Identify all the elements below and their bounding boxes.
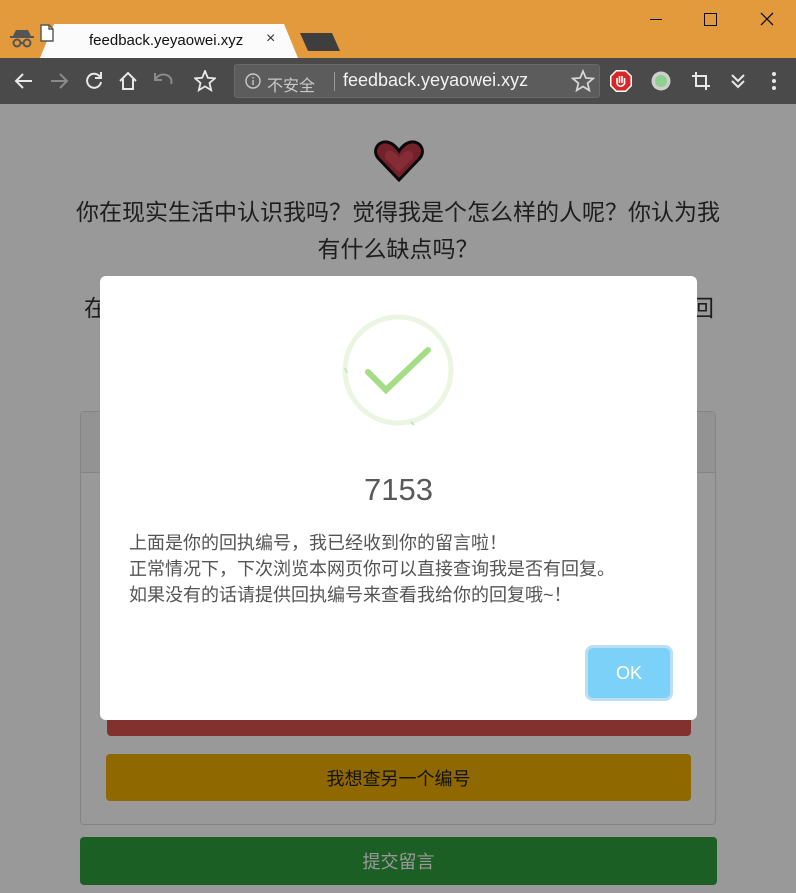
maximize-icon xyxy=(703,12,717,26)
new-tab-button[interactable] xyxy=(298,32,342,52)
browser-toolbar: 不安全 feedback.yeyaowei.xyz xyxy=(0,58,796,104)
page-content: 你在现实生活中认识我吗？觉得我是个怎么样的人呢？你认为我有什么缺点吗？ 在 回 … xyxy=(0,104,796,893)
reload-button[interactable] xyxy=(79,66,109,96)
extension-icon xyxy=(651,71,671,91)
adblock-button[interactable] xyxy=(606,66,636,96)
ok-button[interactable]: OK xyxy=(588,648,670,698)
reload-icon xyxy=(86,72,102,89)
incognito-icon xyxy=(10,30,34,48)
success-checkmark-icon xyxy=(342,314,454,426)
crop-button[interactable] xyxy=(686,66,716,96)
tab-close-button[interactable]: × xyxy=(266,30,275,48)
home-button[interactable] xyxy=(113,66,143,96)
crop-icon xyxy=(692,72,710,90)
star-icon[interactable] xyxy=(571,69,595,93)
bookmark-button[interactable] xyxy=(190,66,220,96)
browser-menu-button[interactable] xyxy=(759,66,789,96)
extension-button[interactable] xyxy=(646,66,676,96)
home-icon xyxy=(119,71,137,90)
close-window-button[interactable] xyxy=(747,6,787,32)
browser-tab[interactable]: feedback.yeyaowei.xyz × xyxy=(40,24,302,58)
undo-icon xyxy=(154,73,173,85)
forward-button[interactable] xyxy=(44,66,74,96)
address-bar[interactable]: 不安全 feedback.yeyaowei.xyz xyxy=(234,64,600,98)
more-icon xyxy=(772,72,776,90)
chevrons-down-icon xyxy=(731,74,745,89)
omnibox-divider xyxy=(334,72,335,91)
document-icon xyxy=(40,24,54,42)
tab-title: feedback.yeyaowei.xyz xyxy=(89,32,244,49)
info-icon xyxy=(245,73,261,89)
star-icon xyxy=(194,70,216,92)
minimize-button[interactable] xyxy=(636,6,676,32)
url-text[interactable]: feedback.yeyaowei.xyz xyxy=(343,70,528,91)
forward-icon xyxy=(51,73,69,89)
undo-button[interactable] xyxy=(148,66,178,96)
more-extensions-button[interactable] xyxy=(723,66,753,96)
title-bar: feedback.yeyaowei.xyz × xyxy=(0,0,796,58)
back-icon xyxy=(14,73,32,89)
modal-message-line: 正常情况下，下次浏览本网页你可以直接查询我是否有回复。 xyxy=(129,559,615,579)
security-label: 不安全 xyxy=(267,78,316,95)
success-modal: 7153 上面是你的回执编号，我已经收到你的留言啦！ 正常情况下，下次浏览本网页… xyxy=(100,276,697,720)
close-icon xyxy=(760,12,774,26)
adblock-icon xyxy=(610,70,632,92)
modal-message-line: 如果没有的话请提供回执编号来查看我给你的回复哦~！ xyxy=(129,585,572,605)
modal-message-line: 上面是你的回执编号，我已经收到你的留言啦！ xyxy=(129,533,507,553)
minimize-icon xyxy=(650,19,662,20)
back-button[interactable] xyxy=(9,66,39,96)
maximize-button[interactable] xyxy=(690,6,730,32)
modal-message: 上面是你的回执编号，我已经收到你的留言啦！ 正常情况下，下次浏览本网页你可以直接… xyxy=(129,530,689,608)
receipt-number: 7153 xyxy=(364,472,433,507)
